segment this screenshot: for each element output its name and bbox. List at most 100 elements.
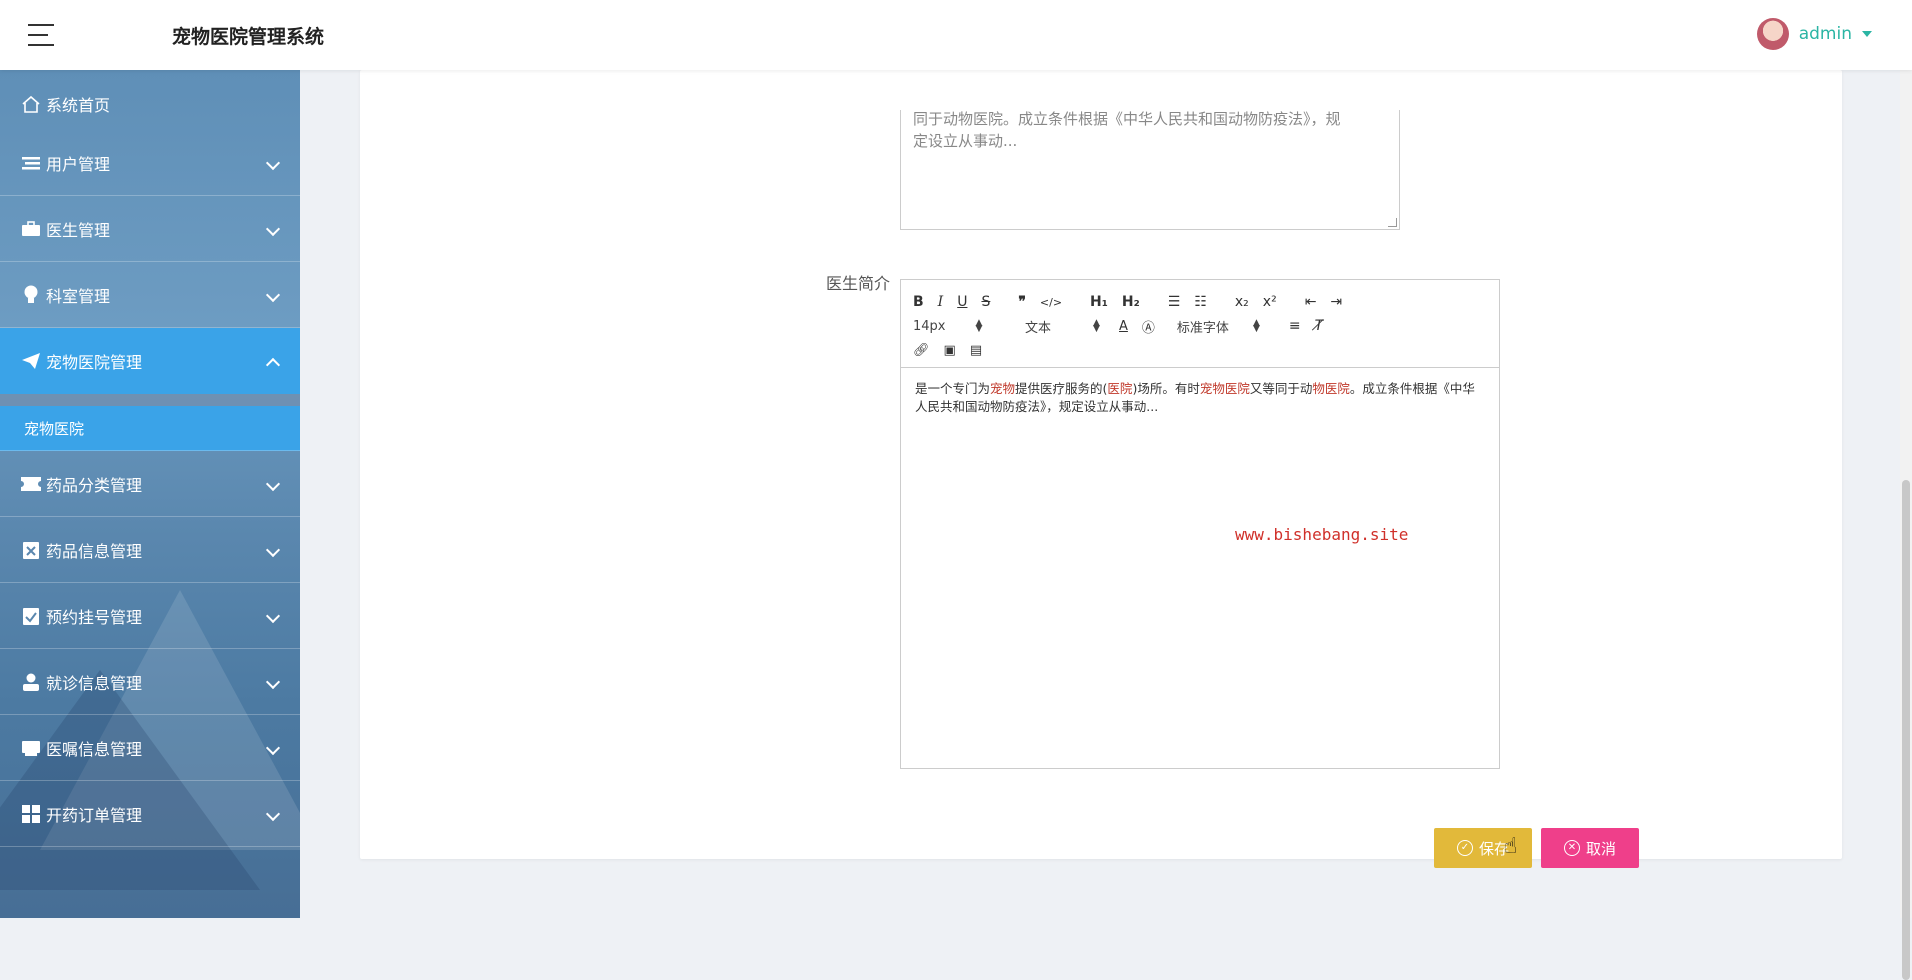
header-select[interactable]: 文本 ▲ ▼: [1025, 317, 1109, 336]
ordered-list-icon[interactable]: ☰: [1168, 294, 1181, 310]
content-text: 提供医疗服务的(: [1015, 381, 1108, 396]
font-size-value: 14px: [913, 318, 946, 334]
toolbar-row: 🔗︎ ▣ ▤: [913, 338, 1487, 362]
italic-button[interactable]: I: [938, 294, 944, 310]
content-keyword: 物医院: [1312, 381, 1350, 396]
avatar: [1756, 18, 1789, 50]
person-icon: [20, 672, 42, 692]
submenu-divider: [0, 394, 300, 406]
ticket-icon: [20, 474, 42, 494]
sidebar-item-drug-info-management[interactable]: 药品信息管理: [0, 517, 300, 583]
code-block-icon[interactable]: </>: [1040, 296, 1062, 309]
select-arrows-icon: ▲ ▼: [975, 318, 983, 334]
sidebar-item-label: 宠物医院管理: [46, 353, 143, 372]
select-arrows-icon: ▲ ▼: [1093, 318, 1100, 334]
chevron-down-icon: [265, 806, 281, 822]
textarea-line: 同于动物医院。成立条件根据《中华人民共和国动物防疫法》，规: [913, 110, 1341, 128]
bulb-icon: [20, 285, 42, 305]
link-icon[interactable]: 🔗︎: [913, 343, 930, 358]
rich-text-editor: B I U S ❞ </> H₁ H₂ ☰ ☷ x₂ x² ⇤ ⇥ 14px ▲…: [900, 279, 1500, 769]
header-select-value: 文本: [1025, 320, 1052, 336]
select-arrows-icon: ▲ ▼: [1252, 318, 1260, 334]
mouse-cursor-icon: ☝: [1504, 834, 1518, 859]
watermark-text: www.bishebang.site: [1235, 525, 1409, 544]
sidebar-item-visit-info-management[interactable]: 就诊信息管理: [0, 649, 300, 715]
content-text: 是一个专门为: [915, 381, 991, 396]
scrollbar-thumb[interactable]: [1902, 480, 1910, 980]
sidebar-item-label: 开药订单管理: [46, 805, 143, 825]
resize-handle[interactable]: [1388, 218, 1397, 227]
clipboard-x-icon: [20, 540, 42, 560]
background-color-icon[interactable]: Ⓐ: [1142, 317, 1155, 336]
cancel-button-label: 取消: [1585, 839, 1616, 858]
sidebar-item-label: 科室管理: [46, 286, 111, 306]
subscript-button[interactable]: x₂: [1235, 294, 1249, 310]
textarea-line: 定设立从事动...: [913, 132, 1018, 150]
sidebar-item-label: 预约挂号管理: [46, 607, 143, 627]
chevron-down-icon: [265, 542, 281, 558]
form-card: 同于动物医院。成立条件根据《中华人民共和国动物防疫法》，规 定设立从事动... …: [360, 70, 1842, 868]
editor-toolbar: B I U S ❞ </> H₁ H₂ ☰ ☷ x₂ x² ⇤ ⇥ 14px ▲…: [901, 280, 1499, 368]
cancel-button[interactable]: ✕ 取消: [1541, 828, 1639, 868]
user-menu[interactable]: admin: [1756, 18, 1872, 50]
font-color-icon[interactable]: A: [1119, 319, 1128, 334]
caret-down-icon: [1862, 31, 1872, 37]
check-circle-icon: ✓: [1456, 840, 1473, 856]
chevron-down-icon: [265, 287, 281, 303]
underline-button[interactable]: U: [957, 294, 967, 310]
sidebar-item-label: 就诊信息管理: [46, 673, 143, 693]
indent-icon[interactable]: ⇥: [1330, 294, 1342, 310]
content-text: 又等同于动: [1249, 381, 1313, 396]
font-family-value: 标准字体: [1176, 320, 1229, 336]
align-icon[interactable]: ≡: [1289, 318, 1301, 334]
chevron-down-icon: [265, 608, 281, 624]
clipboard-check-icon: [20, 606, 42, 626]
content-text: )场所。有时: [1132, 381, 1200, 396]
sidebar-item-user-management[interactable]: 用户管理: [0, 130, 300, 196]
content-keyword: 宠物: [990, 381, 1016, 396]
heading1-button[interactable]: H₁: [1090, 294, 1108, 310]
sidebar-subitem-label: 宠物医院: [24, 419, 85, 438]
close-circle-icon: ✕: [1563, 840, 1580, 856]
toolbar-row: 14px ▲ ▼ 文本 ▲ ▼ A Ⓐ 标准字体 ▲ ▼ ≡ T̸: [913, 314, 1487, 338]
sidebar-item-department-management[interactable]: 科室管理: [0, 262, 300, 328]
page-scrollbar[interactable]: [1900, 70, 1912, 980]
font-family-select[interactable]: 标准字体 ▲ ▼: [1177, 317, 1273, 336]
editor-content-area[interactable]: 是一个专门为宠物提供医疗服务的(医院)场所。有时宠物医院又等同于动物医院。成立条…: [901, 368, 1499, 766]
font-size-select[interactable]: 14px ▲ ▼: [913, 319, 997, 334]
chevron-down-icon: [265, 221, 281, 237]
content-keyword: 宠物医院: [1199, 381, 1250, 396]
chevron-down-icon: [265, 740, 281, 756]
sidebar-item-drug-category-management[interactable]: 药品分类管理: [0, 451, 300, 517]
bullet-list-icon[interactable]: ☷: [1194, 294, 1207, 310]
strike-button[interactable]: S: [981, 294, 990, 310]
book-icon: [20, 738, 42, 758]
sidebar-item-home[interactable]: 系统首页: [0, 78, 300, 130]
toolbar-row: B I U S ❞ </> H₁ H₂ ☰ ☷ x₂ x² ⇤ ⇥: [913, 290, 1487, 314]
sidebar-item-label: 医生管理: [46, 220, 111, 240]
heading2-button[interactable]: H₂: [1122, 294, 1140, 310]
sidebar-item-prescription-order-management[interactable]: 开药订单管理: [0, 781, 300, 847]
sidebar-item-doctor-management[interactable]: 医生管理: [0, 196, 300, 262]
outdent-icon[interactable]: ⇤: [1305, 294, 1317, 310]
grid-icon: [20, 804, 42, 824]
hamburger-menu-icon[interactable]: [28, 24, 56, 46]
sidebar-item-label: 医嘱信息管理: [46, 739, 143, 759]
sidebar-item-appointment-management[interactable]: 预约挂号管理: [0, 583, 300, 649]
sidebar-item-medical-order-management[interactable]: 医嘱信息管理: [0, 715, 300, 781]
clear-format-icon[interactable]: T̸: [1315, 318, 1324, 334]
superscript-button[interactable]: x²: [1263, 294, 1277, 310]
previous-textarea[interactable]: 同于动物医院。成立条件根据《中华人民共和国动物防疫法》，规 定设立从事动...: [900, 110, 1400, 230]
video-icon[interactable]: ▤: [970, 343, 982, 358]
sidebar: 系统首页 用户管理 医生管理 科室管理 宠物医院管理 宠物医院 药品分类管理 药…: [0, 70, 300, 918]
bold-button[interactable]: B: [913, 294, 924, 310]
sidebar-subitem-pet-hospital[interactable]: 宠物医院: [0, 406, 300, 451]
sidebar-item-label: 药品分类管理: [46, 475, 143, 495]
sidebar-item-pet-hospital-management[interactable]: 宠物医院管理: [0, 328, 300, 394]
doctor-intro-label: 医生简介: [826, 274, 891, 293]
sidebar-item-label: 药品信息管理: [46, 541, 143, 561]
user-name: admin: [1798, 24, 1852, 44]
blockquote-icon[interactable]: ❞: [1018, 294, 1026, 310]
image-icon[interactable]: ▣: [944, 343, 956, 358]
sidebar-item-label: 系统首页: [46, 96, 111, 115]
